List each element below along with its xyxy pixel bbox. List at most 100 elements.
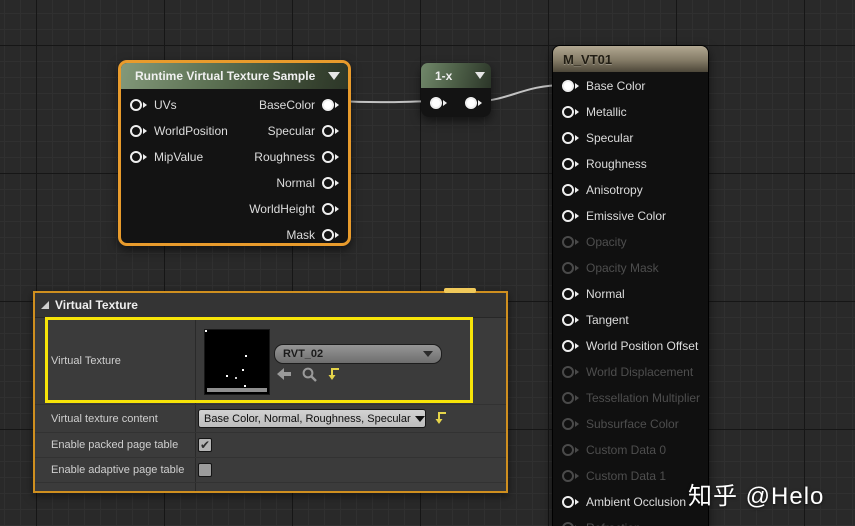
thumbnail-bottom-bar — [207, 388, 267, 392]
pin-row: Opacity Mask — [562, 255, 708, 281]
node-title: Runtime Virtual Texture Sample — [135, 69, 316, 83]
output-pin[interactable] — [322, 151, 339, 163]
watermark: 知乎 @Helo — [688, 483, 825, 510]
details-panel[interactable]: Virtual Texture Virtual Texture RVT_02 V… — [33, 291, 508, 493]
output-pin[interactable] — [322, 203, 339, 215]
node-title: M_VT01 — [563, 51, 613, 67]
material-input-pin[interactable] — [562, 418, 579, 430]
use-selected-asset-icon[interactable] — [276, 366, 292, 382]
pin-row: Roughness — [249, 144, 339, 170]
material-input-pin[interactable] — [562, 210, 579, 222]
output-pin[interactable] — [322, 125, 339, 137]
node-runtime-virtual-texture-sample[interactable]: Runtime Virtual Texture Sample UVs WorldP… — [118, 60, 351, 246]
material-input-pin[interactable] — [562, 522, 579, 526]
virtual-texture-asset-dropdown[interactable]: RVT_02 — [274, 344, 442, 364]
pin-label: Tessellation Multiplier — [586, 391, 701, 405]
material-input-pin[interactable] — [562, 184, 579, 196]
pin-label: Tangent — [586, 313, 629, 327]
texture-thumbnail[interactable] — [204, 329, 270, 395]
content-label: Virtual texture content — [51, 412, 158, 425]
material-input-pin[interactable] — [562, 444, 579, 456]
pin-label: UVs — [154, 98, 177, 112]
node-header[interactable]: M_VT01 — [553, 46, 708, 72]
input-pin[interactable] — [130, 99, 147, 111]
pin-label: World Displacement — [586, 365, 694, 379]
reset-to-default-icon[interactable] — [435, 411, 448, 429]
input-pin[interactable] — [130, 151, 147, 163]
pin-label: Anisotropy — [586, 183, 643, 197]
material-input-pin[interactable] — [562, 366, 579, 378]
input-pin[interactable] — [130, 125, 147, 137]
pin-label: WorldPosition — [154, 124, 228, 138]
reset-to-default-icon[interactable] — [326, 366, 342, 382]
advanced-toggle-icon[interactable] — [328, 72, 340, 80]
oneminus-input-pin[interactable] — [430, 96, 447, 109]
pin-row: Custom Data 0 — [562, 437, 708, 463]
material-input-pin[interactable] — [562, 288, 579, 300]
material-input-pin[interactable] — [562, 80, 579, 92]
details-section-header[interactable]: Virtual Texture — [35, 293, 506, 318]
pin-row: World Displacement — [562, 359, 708, 385]
node-material-result[interactable]: M_VT01 Base Color Metallic Specular Roughne… — [552, 45, 709, 526]
pin-label: Roughness — [254, 150, 315, 164]
input-pin-column: UVs WorldPosition MipValue — [130, 92, 228, 243]
pin-row: UVs — [130, 92, 228, 118]
material-input-pin[interactable] — [562, 314, 579, 326]
virtual-texture-asset-value: RVT_02 — [283, 348, 324, 360]
material-input-pin[interactable] — [562, 392, 579, 404]
pin-label: World Position Offset — [586, 339, 699, 353]
output-pin[interactable] — [322, 177, 339, 189]
pin-label: Mask — [286, 228, 315, 242]
content-dropdown[interactable]: Base Color, Normal, Roughness, Specular — [198, 409, 426, 428]
packed-page-table-checkbox[interactable]: ✔ — [198, 438, 212, 452]
advanced-toggle-icon[interactable] — [475, 72, 485, 79]
pin-label: Emissive Color — [586, 209, 667, 223]
pin-row: Anisotropy — [562, 177, 708, 203]
details-section-title: Virtual Texture — [55, 298, 138, 312]
pin-label: Ambient Occlusion — [586, 495, 687, 509]
material-input-pin[interactable] — [562, 132, 579, 144]
expanded-arrow-icon[interactable] — [41, 301, 49, 309]
material-input-pin[interactable] — [562, 340, 579, 352]
pin-label: Subsurface Color — [586, 417, 679, 431]
virtual-texture-row: Virtual Texture RVT_02 — [35, 318, 506, 405]
wire-basecolor-to-oneminus — [336, 100, 433, 104]
pin-row: Specular — [249, 118, 339, 144]
node-body: UVs WorldPosition MipValue BaseColor Specul… — [121, 92, 348, 243]
pin-row: WorldHeight — [249, 196, 339, 222]
content-dropdown-value: Base Color, Normal, Roughness, Specular — [204, 412, 411, 425]
output-pin-column: BaseColor Specular Roughness Normal WorldHei… — [249, 92, 339, 243]
pin-row: World Position Offset — [562, 333, 708, 359]
virtual-texture-label: Virtual Texture — [51, 355, 121, 367]
node-title: 1-x — [435, 68, 453, 83]
material-input-pin[interactable] — [562, 236, 579, 248]
pin-label: Normal — [276, 176, 315, 190]
material-input-pin[interactable] — [562, 496, 579, 508]
material-input-pin[interactable] — [562, 158, 579, 170]
enable-packed-page-table-row: Enable packed page table ✔ — [35, 433, 506, 458]
output-pin[interactable] — [322, 99, 339, 111]
pin-label: Specular — [586, 131, 634, 145]
node-one-minus[interactable]: 1-x — [421, 63, 491, 117]
virtual-texture-content-row: Virtual texture content Base Color, Norm… — [35, 405, 506, 433]
pin-label: Custom Data 1 — [586, 469, 667, 483]
check-icon: ✔ — [199, 438, 211, 452]
material-input-pin[interactable] — [562, 470, 579, 482]
pin-row: Ambient Occlusion — [562, 489, 708, 515]
pin-row: Normal — [562, 281, 708, 307]
node-header[interactable]: Runtime Virtual Texture Sample — [121, 63, 348, 89]
pin-row: BaseColor — [249, 92, 339, 118]
output-pin[interactable] — [322, 229, 339, 241]
oneminus-output-pin[interactable] — [465, 96, 482, 109]
material-graph-canvas[interactable]: Runtime Virtual Texture Sample UVs WorldP… — [0, 0, 855, 526]
pin-label: BaseColor — [258, 98, 315, 112]
chevron-down-icon — [414, 415, 425, 422]
browse-asset-icon[interactable] — [301, 366, 317, 382]
node-header[interactable]: 1-x — [421, 63, 491, 88]
pin-row: Custom Data 1 — [562, 463, 708, 489]
enable-adaptive-page-table-row: Enable adaptive page table ✔ — [35, 458, 506, 483]
material-input-pin[interactable] — [562, 262, 579, 274]
material-input-pin[interactable] — [562, 106, 579, 118]
adaptive-page-table-checkbox[interactable]: ✔ — [198, 463, 212, 477]
pin-row: Emissive Color — [562, 203, 708, 229]
